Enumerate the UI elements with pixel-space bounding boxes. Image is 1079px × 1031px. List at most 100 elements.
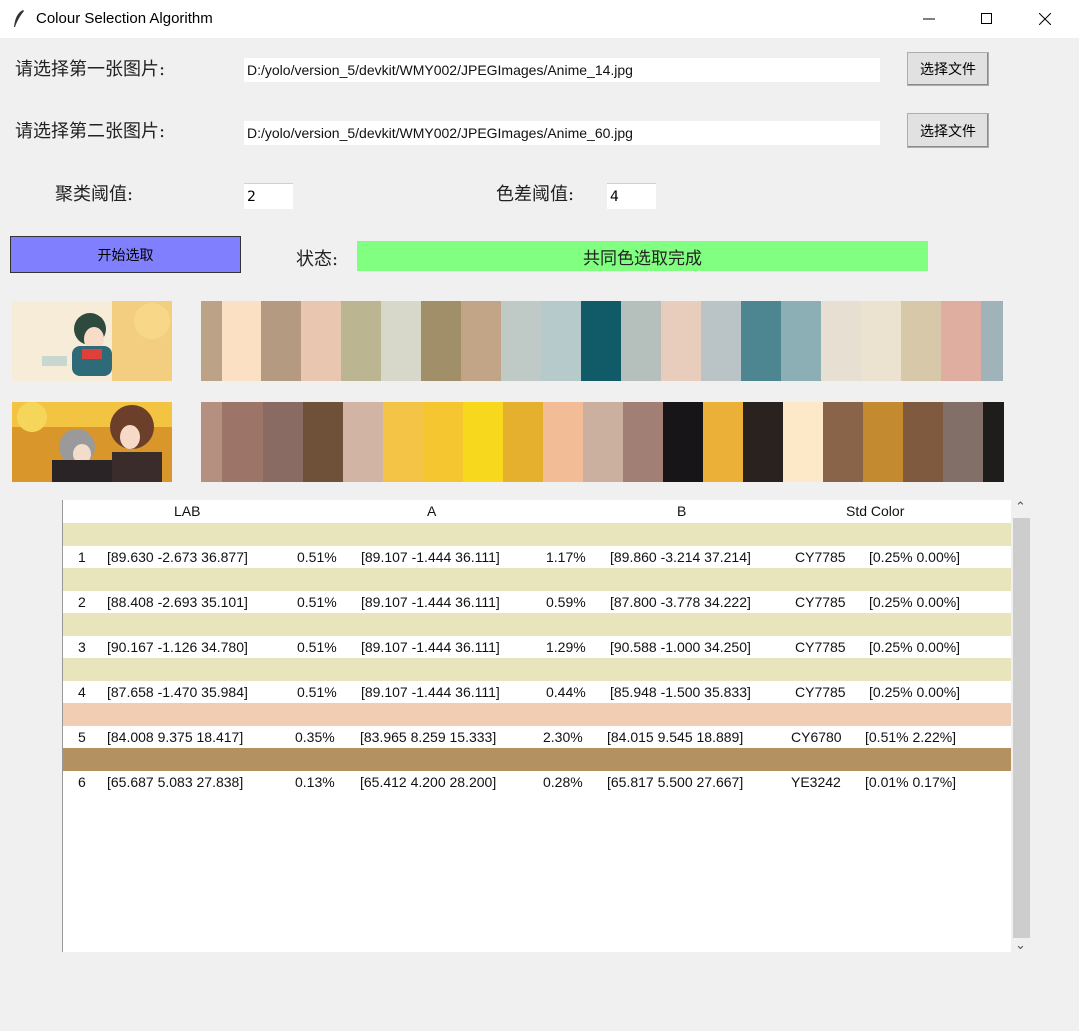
table-row[interactable]: 4 [87.658 -1.470 35.984] 0.51% [89.107 -1.4… [63, 681, 1011, 703]
table-row[interactable]: 2 [88.408 -2.693 35.101] 0.51% [89.107 -1.4… [63, 591, 1011, 613]
row-color-band [63, 613, 1011, 636]
table-row[interactable]: 5 [84.008 9.375 18.417] 0.35% [83.965 8.259… [63, 726, 1011, 748]
image1-thumbnail [12, 301, 172, 381]
std-color-code: CY6780 [791, 729, 842, 745]
image2-swatch [743, 402, 783, 482]
image1-swatch [261, 301, 301, 381]
image1-swatch [821, 301, 861, 381]
image1-swatch [501, 301, 541, 381]
table-row[interactable]: 1 [89.630 -2.673 36.877] 0.51% [89.107 -1.4… [63, 546, 1011, 568]
image2-swatch [983, 402, 1004, 482]
title-bar: Colour Selection Algorithm [0, 0, 1079, 38]
maximize-button[interactable] [958, 0, 1016, 38]
row-index: 1 [78, 549, 86, 565]
b-value: [90.588 -1.000 34.250] [610, 639, 751, 655]
image1-label: 请选择第一张图片: [15, 59, 166, 80]
image2-label: 请选择第二张图片: [15, 121, 166, 142]
browse-image1-button[interactable]: 选择文件 [907, 52, 989, 86]
image1-swatch [861, 301, 901, 381]
lab-value: [84.008 9.375 18.417] [107, 729, 244, 745]
browse-image2-button[interactable]: 选择文件 [907, 113, 989, 148]
row-color-band [63, 523, 1011, 546]
image1-swatch [461, 301, 501, 381]
image1-swatch [201, 301, 222, 381]
minimize-icon [923, 18, 935, 20]
table-header: LAB A B Std Color [63, 500, 1011, 522]
a-value: [65.412 4.200 28.200] [360, 774, 497, 790]
image1-swatch [701, 301, 741, 381]
table-scrollbar[interactable]: ⌃ ⌄ [1012, 500, 1032, 955]
image1-swatch [341, 301, 381, 381]
row-index: 3 [78, 639, 86, 655]
std-color-percent: [0.25% 0.00%] [869, 639, 961, 655]
window-title: Colour Selection Algorithm [36, 10, 213, 27]
image1-swatch [381, 301, 421, 381]
b-percent: 2.30% [543, 729, 583, 745]
image1-path-field[interactable]: D:/yolo/version_5/devkit/WMY002/JPEGImag… [244, 58, 880, 82]
std-color-code: YE3242 [791, 774, 841, 790]
results-table: LAB A B Std Color 1 [89.630 -2.673 36.877… [62, 500, 1011, 952]
image1-swatch [301, 301, 341, 381]
std-color-code: CY7785 [795, 684, 846, 700]
table-row[interactable]: 3 [90.167 -1.126 34.780] 0.51% [89.107 -1.4… [63, 636, 1011, 658]
status-value: 共同色选取完成 [357, 241, 928, 271]
scroll-down-icon[interactable]: ⌄ [1015, 938, 1026, 953]
b-percent: 0.59% [546, 594, 586, 610]
lab-value: [89.630 -2.673 36.877] [107, 549, 248, 565]
image2-swatch [343, 402, 383, 482]
minimize-button[interactable] [900, 0, 958, 38]
scroll-up-icon[interactable]: ⌃ [1015, 500, 1026, 515]
a-value: [89.107 -1.444 36.111] [361, 549, 500, 565]
image2-palette [201, 402, 1004, 482]
a-percent: 0.35% [295, 729, 335, 745]
image2-swatch [263, 402, 303, 482]
row-index: 6 [78, 774, 86, 790]
maximize-icon [981, 13, 992, 24]
table-row[interactable]: 6 [65.687 5.083 27.838] 0.13% [65.412 4.200… [63, 771, 1011, 793]
image2-swatch [783, 402, 823, 482]
header-lab: LAB [174, 503, 201, 519]
start-selection-button[interactable]: 开始选取 [10, 236, 241, 273]
cluster-threshold-input[interactable]: 2 [244, 183, 293, 209]
image2-swatch [503, 402, 543, 482]
std-color-percent: [0.25% 0.00%] [869, 594, 961, 610]
lab-value: [88.408 -2.693 35.101] [107, 594, 248, 610]
b-percent: 1.17% [546, 549, 586, 565]
a-value: [89.107 -1.444 36.111] [361, 594, 500, 610]
image2-thumbnail [12, 402, 172, 482]
row-index: 2 [78, 594, 86, 610]
image2-swatch [663, 402, 703, 482]
std-color-percent: [0.51% 2.22%] [865, 729, 957, 745]
b-value: [65.817 5.500 27.667] [607, 774, 744, 790]
image1-swatch [901, 301, 941, 381]
std-color-percent: [0.25% 0.00%] [869, 549, 961, 565]
header-a: A [427, 503, 437, 519]
image1-palette [201, 301, 1003, 381]
a-percent: 0.51% [297, 594, 337, 610]
header-std-color: Std Color [846, 503, 905, 519]
color-diff-threshold-input[interactable]: 4 [607, 183, 656, 209]
lab-value: [90.167 -1.126 34.780] [107, 639, 248, 655]
image1-swatch [781, 301, 821, 381]
image2-path-field[interactable]: D:/yolo/version_5/devkit/WMY002/JPEGImag… [244, 121, 880, 145]
row-index: 4 [78, 684, 86, 700]
a-percent: 0.51% [297, 684, 337, 700]
image2-swatch [903, 402, 943, 482]
a-value: [83.965 8.259 15.333] [360, 729, 497, 745]
row-color-band [63, 748, 1011, 771]
image2-swatch [423, 402, 463, 482]
row-color-band [63, 568, 1011, 591]
std-color-percent: [0.25% 0.00%] [869, 684, 961, 700]
image1-swatch [581, 301, 621, 381]
b-percent: 0.44% [546, 684, 586, 700]
std-color-code: CY7785 [795, 594, 846, 610]
close-button[interactable] [1016, 0, 1074, 38]
row-color-band [63, 703, 1011, 726]
feather-icon [14, 10, 24, 27]
scrollbar-thumb[interactable] [1013, 518, 1030, 938]
header-b: B [677, 503, 687, 519]
a-percent: 0.51% [297, 549, 337, 565]
a-percent: 0.51% [297, 639, 337, 655]
cluster-threshold-label: 聚类阈值: [55, 184, 134, 205]
image2-swatch [863, 402, 903, 482]
